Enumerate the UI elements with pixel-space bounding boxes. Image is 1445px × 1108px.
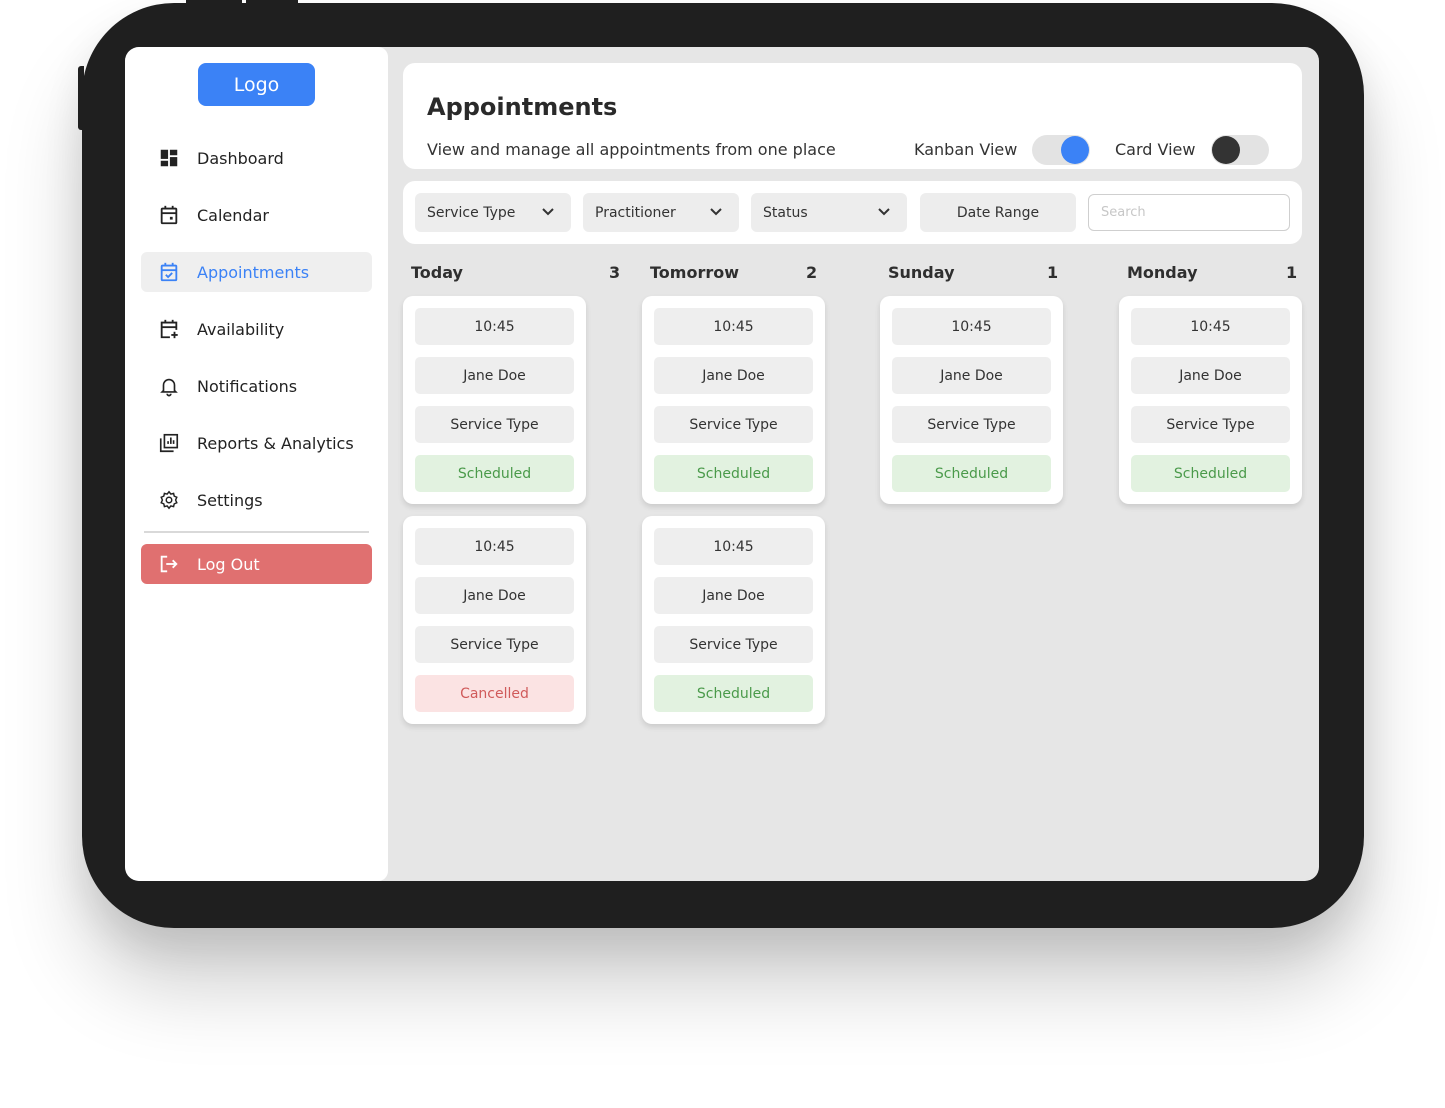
status-badge: Scheduled bbox=[654, 675, 813, 712]
appointment-card[interactable]: 10:45 Jane Doe Service Type Cancelled bbox=[403, 516, 586, 724]
logo[interactable]: Logo bbox=[198, 63, 315, 106]
appointment-time: 10:45 bbox=[415, 528, 574, 565]
appointment-client: Jane Doe bbox=[654, 577, 813, 614]
card-view-label: Card View bbox=[1115, 140, 1196, 159]
calendar-plus-icon bbox=[141, 318, 197, 340]
appointment-service: Service Type bbox=[415, 406, 574, 443]
sidebar-item-calendar[interactable]: Calendar bbox=[141, 195, 372, 235]
toggle-knob bbox=[1212, 136, 1240, 164]
sidebar-nav: Dashboard Calendar Appointments Availabi… bbox=[141, 138, 372, 537]
filter-bar: Service Type Practitioner Status Date Ra… bbox=[403, 181, 1302, 244]
page-title: Appointments bbox=[427, 93, 618, 121]
reports-icon bbox=[141, 432, 197, 454]
card-view-toggle[interactable] bbox=[1211, 135, 1269, 165]
sidebar-item-notifications[interactable]: Notifications bbox=[141, 366, 372, 406]
column-title-sunday: Sunday bbox=[888, 263, 955, 282]
tablet-button-top bbox=[246, 0, 298, 4]
calendar-icon bbox=[141, 204, 197, 226]
sidebar-item-label: Calendar bbox=[197, 205, 269, 225]
toggle-knob bbox=[1061, 136, 1089, 164]
appointment-service: Service Type bbox=[892, 406, 1051, 443]
dropdown-label: Status bbox=[763, 204, 808, 221]
logout-icon bbox=[141, 553, 197, 575]
logout-label: Log Out bbox=[197, 554, 260, 574]
gear-icon bbox=[141, 489, 197, 511]
appointment-time: 10:45 bbox=[1131, 308, 1290, 345]
appointment-card[interactable]: 10:45 Jane Doe Service Type Scheduled bbox=[880, 296, 1063, 504]
column-count-tomorrow: 2 bbox=[806, 263, 818, 282]
sidebar-item-reports[interactable]: Reports & Analytics bbox=[141, 423, 372, 463]
column-title-monday: Monday bbox=[1127, 263, 1198, 282]
logout-button[interactable]: Log Out bbox=[141, 544, 372, 584]
tablet-button-side bbox=[78, 66, 84, 130]
search-input[interactable] bbox=[1088, 194, 1290, 231]
sidebar: Logo Dashboard Calendar Appointments Ava… bbox=[125, 47, 388, 881]
tablet-button-top bbox=[186, 0, 242, 4]
sidebar-item-appointments[interactable]: Appointments bbox=[141, 252, 372, 292]
appointment-service: Service Type bbox=[1131, 406, 1290, 443]
practitioner-dropdown[interactable]: Practitioner bbox=[583, 193, 739, 232]
kanban-view-toggle[interactable] bbox=[1032, 135, 1090, 165]
column-count-sunday: 1 bbox=[1047, 263, 1059, 282]
column-title-tomorrow: Tomorrow bbox=[650, 263, 739, 282]
appointment-client: Jane Doe bbox=[892, 357, 1051, 394]
appointment-client: Jane Doe bbox=[415, 577, 574, 614]
appointment-card[interactable]: 10:45 Jane Doe Service Type Scheduled bbox=[1119, 296, 1302, 504]
column-count-monday: 1 bbox=[1286, 263, 1298, 282]
appointment-time: 10:45 bbox=[654, 308, 813, 345]
chevron-down-icon bbox=[710, 208, 722, 216]
status-badge: Scheduled bbox=[415, 455, 574, 492]
date-range-label: Date Range bbox=[956, 204, 1040, 221]
appointment-service: Service Type bbox=[654, 626, 813, 663]
dashboard-icon bbox=[141, 147, 197, 169]
sidebar-item-availability[interactable]: Availability bbox=[141, 309, 372, 349]
chevron-down-icon bbox=[542, 208, 554, 216]
dropdown-label: Practitioner bbox=[595, 204, 676, 221]
status-dropdown[interactable]: Status bbox=[751, 193, 907, 232]
kanban-view-label: Kanban View bbox=[914, 140, 1018, 159]
status-badge: Cancelled bbox=[415, 675, 574, 712]
sidebar-divider bbox=[144, 531, 369, 533]
sidebar-item-label: Appointments bbox=[197, 262, 310, 282]
dropdown-label: Service Type bbox=[427, 204, 516, 221]
sidebar-item-label: Notifications bbox=[197, 376, 298, 396]
status-badge: Scheduled bbox=[654, 455, 813, 492]
appointment-client: Jane Doe bbox=[1131, 357, 1290, 394]
column-count-today: 3 bbox=[609, 263, 621, 282]
chevron-down-icon bbox=[878, 208, 890, 216]
sidebar-item-label: Reports & Analytics bbox=[197, 433, 354, 453]
appointment-time: 10:45 bbox=[415, 308, 574, 345]
sidebar-item-settings[interactable]: Settings bbox=[141, 480, 372, 520]
page-subtitle: View and manage all appointments from on… bbox=[427, 140, 836, 159]
sidebar-item-label: Availability bbox=[197, 319, 285, 339]
appointment-service: Service Type bbox=[415, 626, 574, 663]
sidebar-item-label: Dashboard bbox=[197, 148, 284, 168]
sidebar-item-label: Settings bbox=[197, 490, 263, 510]
appointment-client: Jane Doe bbox=[415, 357, 574, 394]
appointment-card[interactable]: 10:45 Jane Doe Service Type Scheduled bbox=[642, 296, 825, 504]
date-range-button[interactable]: Date Range bbox=[920, 193, 1076, 232]
appointment-card[interactable]: 10:45 Jane Doe Service Type Scheduled bbox=[642, 516, 825, 724]
status-badge: Scheduled bbox=[892, 455, 1051, 492]
bell-icon bbox=[141, 375, 197, 397]
appointment-client: Jane Doe bbox=[654, 357, 813, 394]
appointment-time: 10:45 bbox=[654, 528, 813, 565]
column-title-today: Today bbox=[411, 263, 463, 282]
appointment-card[interactable]: 10:45 Jane Doe Service Type Scheduled bbox=[403, 296, 586, 504]
app-screen: Logo Dashboard Calendar Appointments Ava… bbox=[125, 47, 1319, 881]
calendar-check-icon bbox=[141, 261, 197, 283]
status-badge: Scheduled bbox=[1131, 455, 1290, 492]
appointment-time: 10:45 bbox=[892, 308, 1051, 345]
service-type-dropdown[interactable]: Service Type bbox=[415, 193, 571, 232]
page-header: Appointments View and manage all appoint… bbox=[403, 63, 1302, 169]
sidebar-item-dashboard[interactable]: Dashboard bbox=[141, 138, 372, 178]
appointment-service: Service Type bbox=[654, 406, 813, 443]
